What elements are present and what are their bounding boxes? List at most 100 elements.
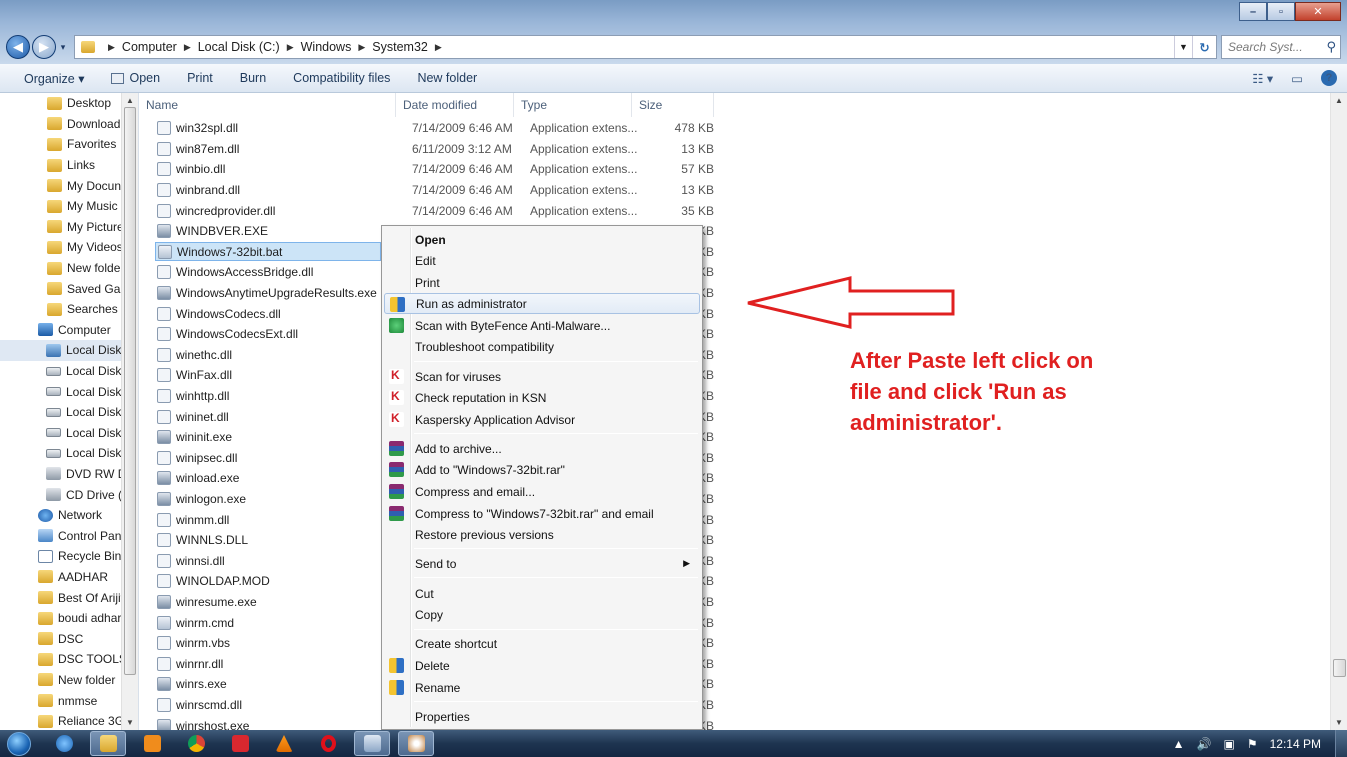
file-row[interactable]: winmm.dll KB [155,509,714,530]
file-list-scrollbar[interactable]: ▲ ▼ [1330,93,1347,730]
menu-item-copy[interactable]: Copy [384,604,700,625]
address-dropdown[interactable]: ▼ [1174,36,1192,58]
file-row[interactable]: win32spl.dll 7/14/2009 6:46 AM Application… [155,118,714,139]
burn-button[interactable]: Burn [240,71,266,85]
file-name-cell[interactable]: WINOLDAP.MOD [155,572,381,591]
breadcrumb-system32[interactable]: System32 [372,40,428,54]
volume-icon[interactable]: 🔊 [1197,737,1212,751]
file-row[interactable]: win87em.dll 6/11/2009 3:12 AM Application … [155,139,714,160]
file-name-cell[interactable]: winlogon.exe [155,490,381,509]
search-input[interactable]: Search Syst... ⚲ [1221,35,1341,59]
menu-item-add-archive[interactable]: Add to archive... [384,438,700,459]
file-name-cell[interactable]: winnsi.dll [155,551,381,570]
file-name-cell[interactable]: winresume.exe [155,593,381,612]
file-name-cell[interactable]: winrshost.exe [155,716,381,730]
menu-item-compress-rar-email[interactable]: Compress to "Windows7-32bit.rar" and ema… [384,503,700,524]
nav-item[interactable]: Local Disk [0,443,138,464]
file-name-cell[interactable]: winrm.vbs [155,634,381,653]
nav-item[interactable]: Local Disk [0,340,138,361]
network-icon[interactable]: ▣ [1224,737,1235,751]
file-name-cell[interactable]: wininit.exe [155,428,381,447]
menu-item-compress-email[interactable]: Compress and email... [384,481,700,502]
taskbar-opera[interactable] [310,731,346,756]
file-name-cell[interactable]: WINDBVER.EXE [155,222,381,241]
address-bar[interactable]: ▶ Computer ▶ Local Disk (C:) ▶ Windows ▶… [74,35,1217,59]
file-row[interactable]: wininet.dll KB [155,406,714,427]
nav-item[interactable]: Download [0,114,138,135]
menu-item-cut[interactable]: Cut [384,583,700,604]
maximize-button[interactable]: ▫ [1267,2,1295,21]
chevron-right-icon[interactable]: ▶ [435,42,442,53]
menu-item-edit[interactable]: Edit [384,250,700,271]
new-folder-button[interactable]: New folder [417,71,477,85]
chevron-right-icon[interactable]: ▶ [184,42,191,53]
menu-item-properties[interactable]: Properties [384,706,700,727]
breadcrumb-windows[interactable]: Windows [301,40,352,54]
nav-item[interactable]: My Picture [0,217,138,238]
scroll-down-icon[interactable]: ▼ [1335,718,1343,727]
file-row[interactable]: WinFax.dll KB [155,365,714,386]
file-row[interactable]: WindowsAccessBridge.dll KB [155,262,714,283]
taskbar-downloader[interactable] [222,731,258,756]
nav-item[interactable]: Local Disk [0,381,138,402]
nav-item[interactable]: DVD RW D [0,464,138,485]
action-center-flag-icon[interactable]: ⚑ [1247,737,1258,751]
file-name-cell[interactable]: win87em.dll [155,139,381,158]
scroll-up-icon[interactable]: ▲ [1335,96,1343,105]
menu-item-scan-viruses[interactable]: Scan for viruses [384,366,700,387]
nav-item[interactable]: Favorites [0,134,138,155]
file-name-cell[interactable]: winload.exe [155,469,381,488]
file-name-cell[interactable]: WinFax.dll [155,366,381,385]
taskbar-window[interactable] [354,731,390,756]
menu-item-open[interactable]: Open [384,229,700,250]
nav-item[interactable]: Reliance 3G [0,711,138,730]
chevron-right-icon[interactable]: ▶ [358,42,365,53]
file-name-cell[interactable]: WindowsAnytimeUpgradeResults.exe [155,284,381,303]
nav-item[interactable]: Saved Gan [0,278,138,299]
file-row[interactable]: winlogon.exe KB [155,489,714,510]
nav-item[interactable]: New folder [0,670,138,691]
show-hidden-icons-button[interactable]: ▲ [1173,737,1185,751]
start-button[interactable] [0,730,38,757]
nav-item[interactable]: My Docun [0,175,138,196]
file-row[interactable]: winrscmd.dll KB [155,695,714,716]
change-view-button[interactable]: ☷ ▾ [1252,71,1273,86]
file-row[interactable]: WINDBVER.EXE KB [155,221,714,242]
file-row[interactable]: WindowsCodecsExt.dll KB [155,324,714,345]
back-button[interactable]: ◀ [6,35,30,59]
scroll-up-icon[interactable]: ▲ [126,96,134,105]
close-button[interactable]: ✕ [1295,2,1341,21]
nav-item[interactable]: My Music [0,196,138,217]
nav-item[interactable]: Links [0,155,138,176]
file-row[interactable]: winipsec.dll KB [155,448,714,469]
file-name-cell[interactable]: WindowsCodecsExt.dll [155,325,381,344]
minimize-button[interactable]: – [1239,2,1267,21]
clock[interactable]: 12:14 PM [1270,737,1321,751]
forward-button[interactable]: ▶ [32,35,56,59]
file-row[interactable]: winbrand.dll 7/14/2009 6:46 AM Application… [155,180,714,201]
taskbar-media-player[interactable] [134,731,170,756]
file-row[interactable]: winrnr.dll KB [155,654,714,675]
nav-item[interactable]: Recycle Bin [0,546,138,567]
breadcrumb-local-disk[interactable]: Local Disk (C:) [198,40,280,54]
menu-item-print[interactable]: Print [384,272,700,293]
menu-item-check-ksn[interactable]: Check reputation in KSN [384,387,700,408]
nav-item[interactable]: Best Of Arijit [0,587,138,608]
print-button[interactable]: Print [187,71,213,85]
menu-item-send-to[interactable]: Send to ▶ [384,553,700,574]
search-icon[interactable]: ⚲ [1326,39,1336,55]
nav-item[interactable]: Local Disk [0,423,138,444]
open-button[interactable]: Open [111,71,160,85]
file-name-cell[interactable]: WINNLS.DLL [155,531,381,550]
menu-item-restore-versions[interactable]: Restore previous versions [384,524,700,545]
nav-item[interactable]: Searches [0,299,138,320]
nav-item[interactable]: Computer [0,320,138,341]
nav-item[interactable]: My Videos [0,237,138,258]
file-row[interactable]: winhttp.dll KB [155,386,714,407]
nav-item[interactable]: New folde [0,258,138,279]
menu-item-troubleshoot[interactable]: Troubleshoot compatibility [384,336,700,357]
file-name-cell[interactable]: winrs.exe [155,675,381,694]
recent-pages-dropdown[interactable]: ▾ [56,42,70,53]
file-row[interactable]: wincredprovider.dll 7/14/2009 6:46 AM Appl… [155,200,714,221]
file-name-cell[interactable]: winbrand.dll [155,181,381,200]
